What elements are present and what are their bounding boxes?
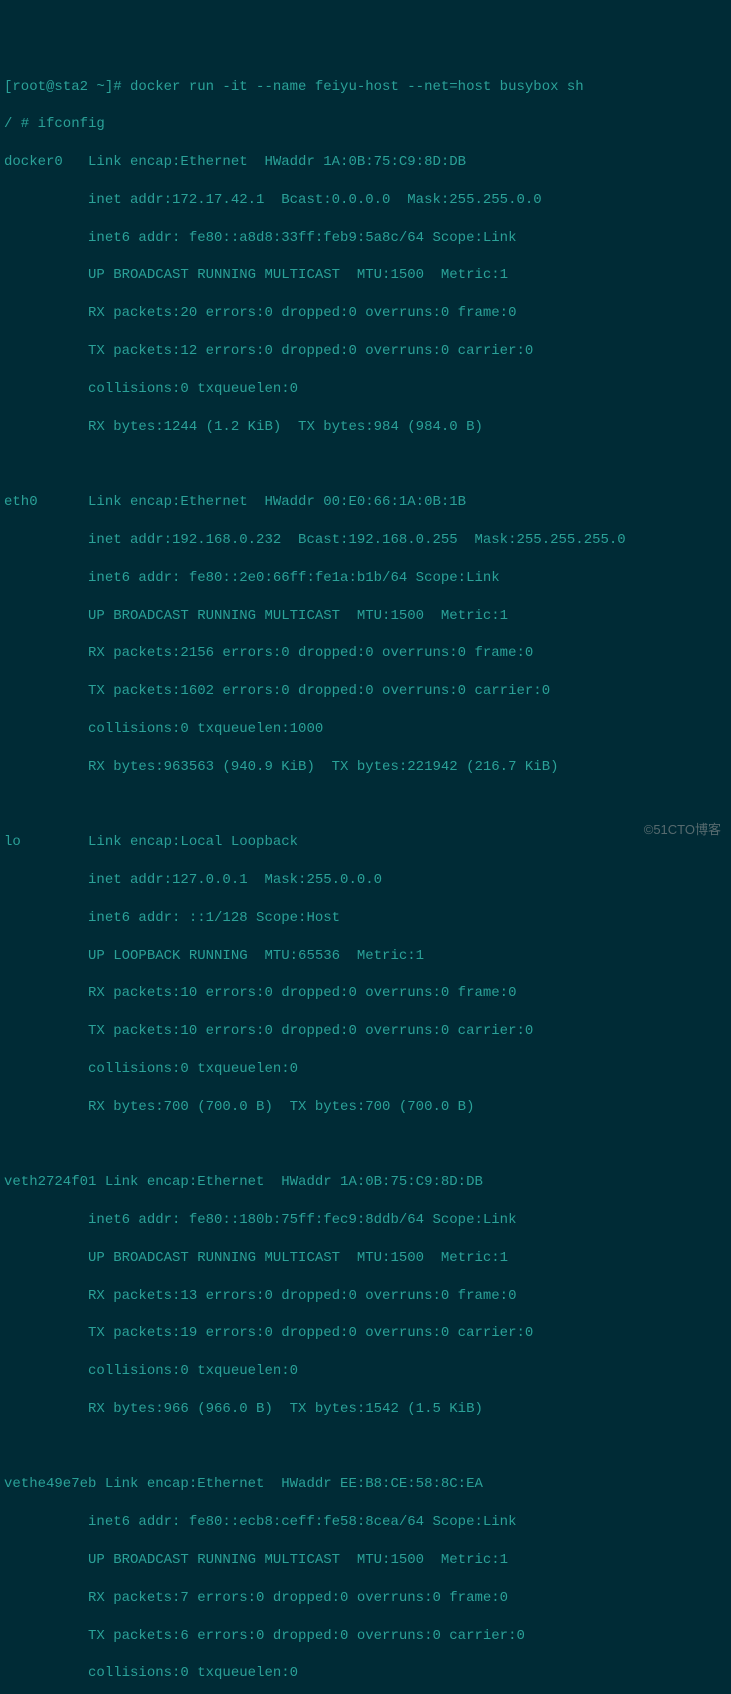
docker0-flags: UP BROADCAST RUNNING MULTICAST MTU:1500 … [4,266,727,285]
lo-collisions: collisions:0 txqueuelen:0 [4,1060,727,1079]
docker0-inet: inet addr:172.17.42.1 Bcast:0.0.0.0 Mask… [4,191,727,210]
command-prompt-2: / # ifconfig [4,115,727,134]
lo-inet: inet addr:127.0.0.1 Mask:255.0.0.0 [4,871,727,890]
blank-line [4,1438,727,1457]
veth2-collisions: collisions:0 txqueuelen:0 [4,1664,727,1683]
veth1-inet6: inet6 addr: fe80::180b:75ff:fec9:8ddb/64… [4,1211,727,1230]
watermark-text: ©51CTO博客 [644,821,721,839]
blank-line [4,795,727,814]
lo-flags: UP LOOPBACK RUNNING MTU:65536 Metric:1 [4,947,727,966]
docker0-collisions: collisions:0 txqueuelen:0 [4,380,727,399]
eth0-flags: UP BROADCAST RUNNING MULTICAST MTU:1500 … [4,607,727,626]
docker0-inet6: inet6 addr: fe80::a8d8:33ff:feb9:5a8c/64… [4,229,727,248]
veth1-bytes: RX bytes:966 (966.0 B) TX bytes:1542 (1.… [4,1400,727,1419]
lo-tx-packets: TX packets:10 errors:0 dropped:0 overrun… [4,1022,727,1041]
blank-line [4,1135,727,1154]
docker0-header: docker0 Link encap:Ethernet HWaddr 1A:0B… [4,153,727,172]
eth0-inet6: inet6 addr: fe80::2e0:66ff:fe1a:b1b/64 S… [4,569,727,588]
veth1-tx-packets: TX packets:19 errors:0 dropped:0 overrun… [4,1324,727,1343]
veth2-rx-packets: RX packets:7 errors:0 dropped:0 overruns… [4,1589,727,1608]
docker0-tx-packets: TX packets:12 errors:0 dropped:0 overrun… [4,342,727,361]
eth0-bytes: RX bytes:963563 (940.9 KiB) TX bytes:221… [4,758,727,777]
docker0-bytes: RX bytes:1244 (1.2 KiB) TX bytes:984 (98… [4,418,727,437]
veth2-flags: UP BROADCAST RUNNING MULTICAST MTU:1500 … [4,1551,727,1570]
veth1-collisions: collisions:0 txqueuelen:0 [4,1362,727,1381]
veth2-tx-packets: TX packets:6 errors:0 dropped:0 overruns… [4,1627,727,1646]
command-prompt-1: [root@sta2 ~]# docker run -it --name fei… [4,78,727,97]
docker0-rx-packets: RX packets:20 errors:0 dropped:0 overrun… [4,304,727,323]
veth2-header: vethe49e7eb Link encap:Ethernet HWaddr E… [4,1475,727,1494]
eth0-tx-packets: TX packets:1602 errors:0 dropped:0 overr… [4,682,727,701]
eth0-rx-packets: RX packets:2156 errors:0 dropped:0 overr… [4,644,727,663]
lo-inet6: inet6 addr: ::1/128 Scope:Host [4,909,727,928]
veth2-inet6: inet6 addr: fe80::ecb8:ceff:fe58:8cea/64… [4,1513,727,1532]
blank-line [4,455,727,474]
veth1-header: veth2724f01 Link encap:Ethernet HWaddr 1… [4,1173,727,1192]
veth1-flags: UP BROADCAST RUNNING MULTICAST MTU:1500 … [4,1249,727,1268]
lo-header: lo Link encap:Local Loopback [4,833,727,852]
lo-rx-packets: RX packets:10 errors:0 dropped:0 overrun… [4,984,727,1003]
eth0-header: eth0 Link encap:Ethernet HWaddr 00:E0:66… [4,493,727,512]
eth0-collisions: collisions:0 txqueuelen:1000 [4,720,727,739]
lo-bytes: RX bytes:700 (700.0 B) TX bytes:700 (700… [4,1098,727,1117]
eth0-inet: inet addr:192.168.0.232 Bcast:192.168.0.… [4,531,727,550]
veth1-rx-packets: RX packets:13 errors:0 dropped:0 overrun… [4,1287,727,1306]
